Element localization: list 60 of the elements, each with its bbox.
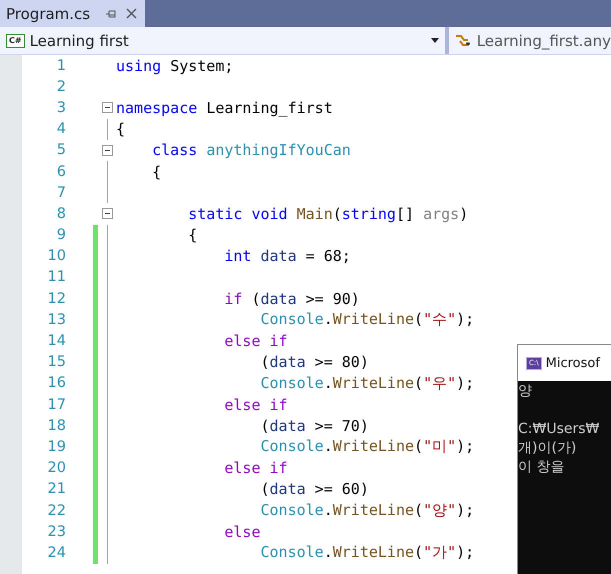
line-number: 1	[56, 58, 66, 74]
class-member-icon	[454, 32, 473, 48]
code-line: using System;	[116, 56, 234, 75]
code-line: Console.WriteLine("우");	[259, 374, 474, 393]
line-number: 22	[46, 502, 66, 519]
line-number: 10	[46, 248, 66, 264]
line-number: 13	[46, 312, 66, 328]
line-number: 16	[46, 375, 66, 392]
line-number: 18	[46, 418, 66, 434]
code-line: Console.WriteLine("가");	[259, 543, 474, 562]
code-line: (data >= 80)	[259, 353, 369, 372]
line-number: 15	[46, 354, 66, 370]
code-line: class anythingIfYouCan	[151, 141, 351, 160]
collapse-icon[interactable]	[102, 208, 112, 220]
code-line: else	[223, 522, 260, 541]
close-icon[interactable]	[126, 8, 138, 19]
code-line: (data >= 60)	[259, 480, 369, 498]
line-number: 4	[56, 121, 66, 138]
code-line: Console.WriteLine("수");	[259, 310, 474, 330]
line-number: 14	[46, 333, 66, 350]
code-line: {	[187, 226, 198, 244]
code-line: else if	[223, 332, 288, 350]
outline-line	[106, 118, 108, 140]
line-number: 20	[46, 460, 66, 476]
code-line: Console.WriteLine("양");	[259, 501, 474, 520]
code-line: {	[116, 120, 126, 138]
project-dropdown[interactable]: C# Learning first	[0, 27, 445, 54]
line-number: 9	[56, 227, 66, 244]
file-tab[interactable]: Program.cs	[0, 0, 146, 27]
caret-icon	[430, 38, 439, 43]
code-line: {	[151, 162, 162, 181]
line-number: 6	[56, 164, 66, 180]
line-number: 21	[46, 481, 66, 498]
line-number: 3	[56, 100, 66, 116]
console-title: Microsof	[546, 356, 600, 370]
line-number: 8	[56, 206, 66, 222]
code-line: else if	[223, 396, 288, 414]
tab-title: Program.cs	[6, 4, 90, 22]
collapse-icon[interactable]	[102, 144, 112, 156]
member-dropdown[interactable]: Learning_first.any	[448, 32, 611, 50]
line-number: 7	[56, 184, 66, 201]
code-line: Console.WriteLine("미");	[259, 437, 474, 456]
code-line: if (data >= 90)	[223, 290, 360, 308]
pin-icon[interactable]	[105, 8, 118, 20]
csharp-file-icon: C#	[6, 34, 25, 48]
line-number: 11	[46, 269, 66, 286]
code-line: int data = 68;	[223, 247, 351, 266]
line-number: 19	[46, 438, 66, 455]
line-number: 5	[56, 142, 66, 158]
line-number: 2	[56, 78, 66, 95]
collapse-icon[interactable]	[102, 102, 112, 114]
line-number: 12	[46, 290, 66, 307]
code-line: else if	[223, 459, 288, 478]
line-number: 17	[46, 396, 66, 413]
line-number: 23	[46, 524, 66, 540]
console-output: 양 C:₩Users₩ 개)이(가) 이 창을	[518, 382, 600, 477]
line-number: 24	[46, 544, 66, 561]
code-line: (data >= 70)	[259, 416, 369, 435]
code-line: static void Main(string[] args)	[187, 204, 468, 223]
code-line: namespace Learning_first	[116, 98, 333, 117]
